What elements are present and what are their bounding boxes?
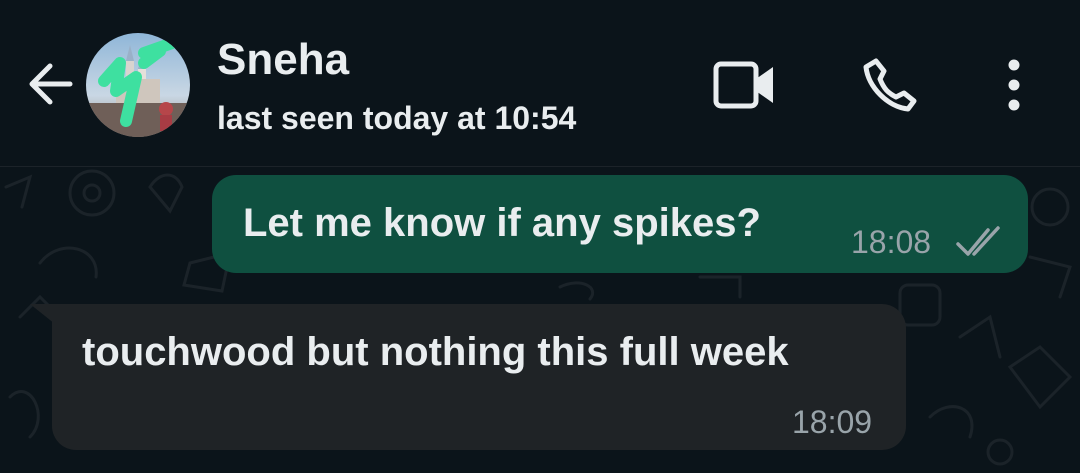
incoming-message-text: touchwood but nothing this full week (82, 330, 789, 374)
chat-screen: Sneha last seen today at 10:54 Let me kn… (0, 0, 1080, 473)
incoming-message-time: 18:09 (792, 404, 873, 440)
voice-call-icon (863, 58, 917, 112)
outgoing-message-time: 18:08 (851, 224, 932, 260)
chat-header: Sneha last seen today at 10:54 (0, 0, 1080, 167)
more-options-button[interactable] (990, 50, 1038, 120)
back-button[interactable] (18, 52, 82, 116)
double-check-icon (956, 226, 1000, 256)
contact-name[interactable]: Sneha (217, 34, 349, 86)
last-seen-status: last seen today at 10:54 (217, 100, 577, 136)
incoming-message-bubble[interactable] (52, 304, 906, 450)
avatar[interactable] (86, 33, 190, 137)
arrow-back-icon (29, 63, 73, 105)
profile-photo (86, 33, 190, 137)
video-call-button[interactable] (705, 50, 785, 120)
outgoing-message-text: Let me know if any spikes? (243, 201, 761, 245)
video-call-icon (713, 61, 773, 109)
more-vertical-icon (1008, 59, 1020, 111)
voice-call-button[interactable] (850, 50, 930, 120)
